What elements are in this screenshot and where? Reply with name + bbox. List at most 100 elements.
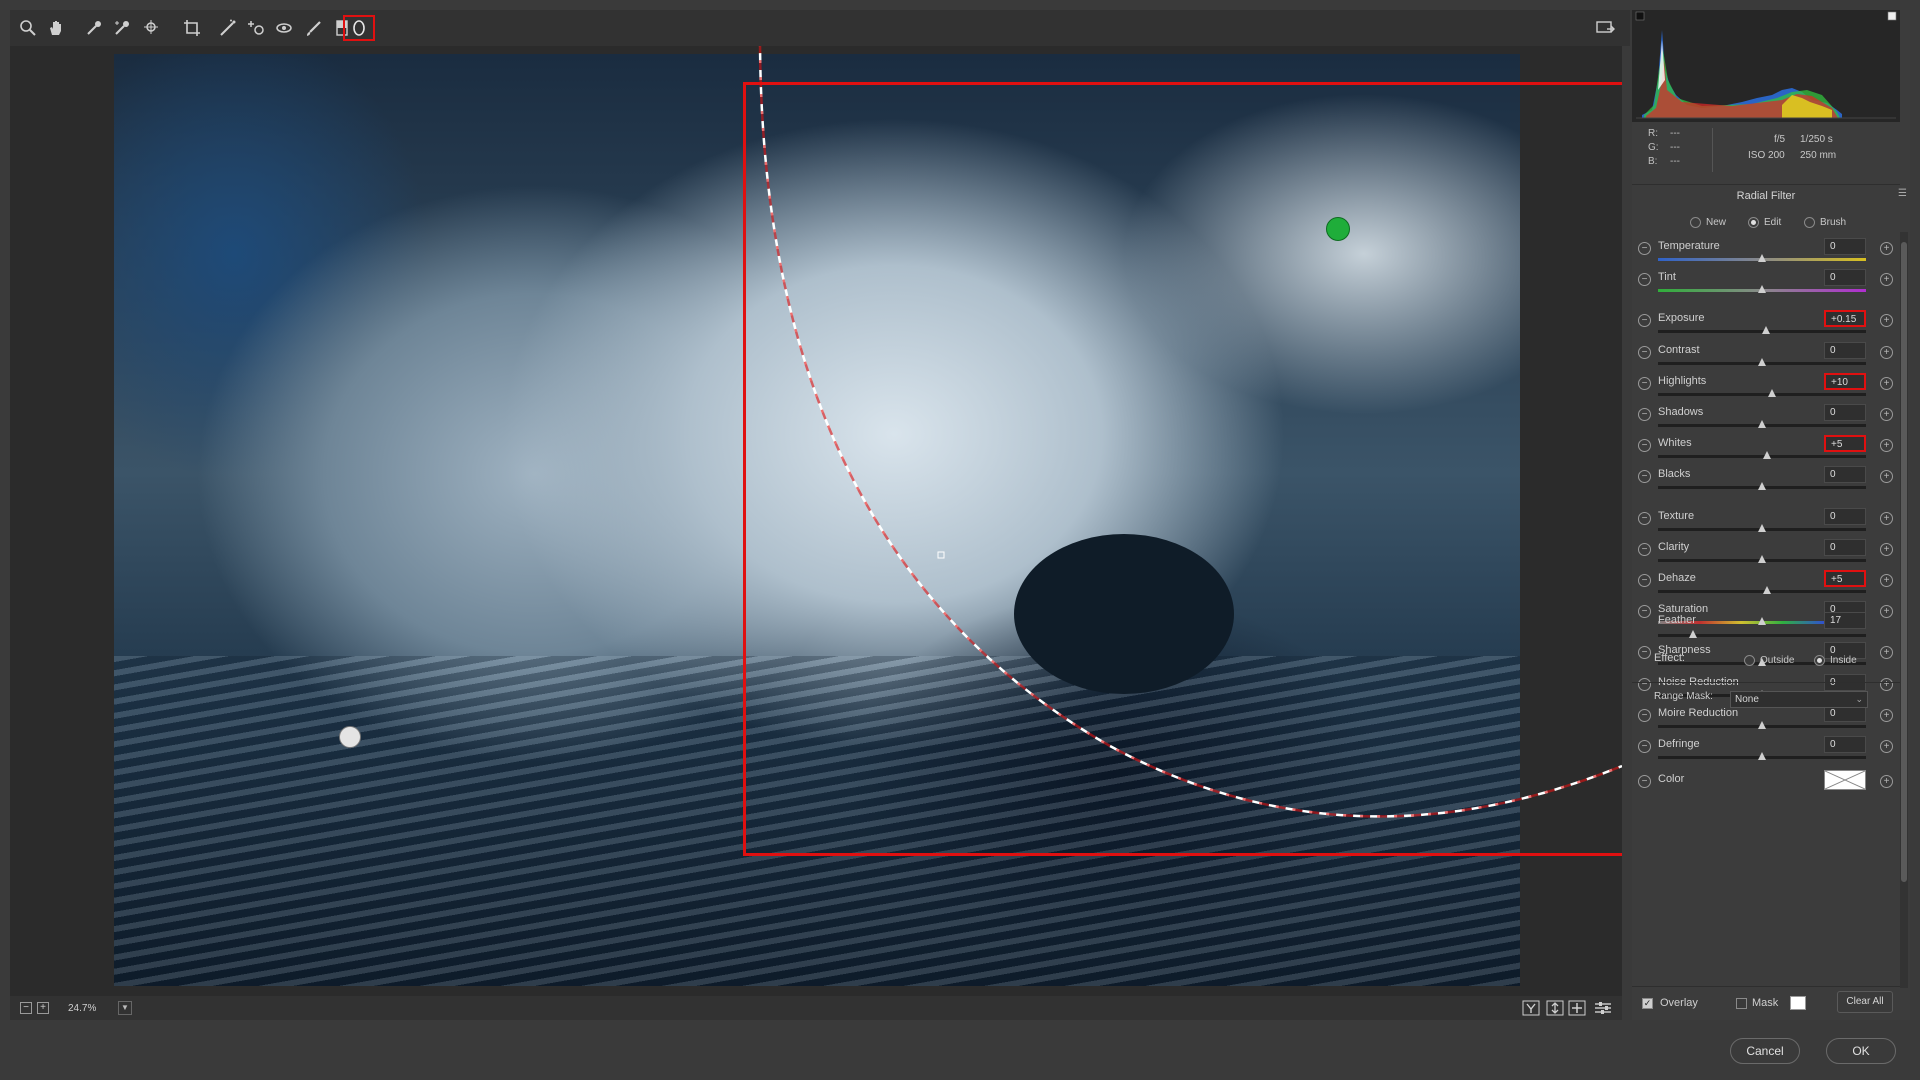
zoom-level[interactable]: 24.7%: [68, 1001, 116, 1016]
increase-moire-reduction-button[interactable]: +: [1880, 708, 1893, 722]
decrease-exposure-button[interactable]: −: [1638, 314, 1651, 328]
highlights-track[interactable]: [1658, 392, 1866, 396]
shadows-value[interactable]: 0: [1824, 404, 1866, 421]
panel-menu-button[interactable]: ☰: [1898, 188, 1910, 200]
texture-thumb[interactable]: [1758, 523, 1766, 532]
temperature-thumb[interactable]: [1758, 254, 1766, 262]
contrast-value[interactable]: 0: [1824, 341, 1866, 359]
clarity-thumb[interactable]: [1758, 554, 1766, 563]
decrease-highlights-button[interactable]: −: [1638, 376, 1651, 390]
decrease-whites-button[interactable]: −: [1638, 439, 1651, 453]
red-eye-tool-button[interactable]: [272, 16, 296, 40]
highlights-thumb[interactable]: [1768, 388, 1777, 397]
increase-defringe-button[interactable]: +: [1880, 740, 1893, 753]
increase-temperature-button[interactable]: +: [1880, 242, 1893, 255]
copy-settings-button[interactable]: [1568, 1000, 1586, 1016]
radio-inside[interactable]: [1814, 654, 1825, 666]
blacks-value[interactable]: 0: [1824, 466, 1866, 484]
decrease-texture-button[interactable]: −: [1638, 511, 1651, 525]
decrease-defringe-button[interactable]: −: [1638, 740, 1651, 753]
targeted-adjustment-tool-button[interactable]: [140, 16, 164, 40]
before-after-button[interactable]: [1522, 1000, 1540, 1016]
shadow-clipping-toggle[interactable]: [1635, 11, 1645, 21]
mode-brush[interactable]: Brush: [1804, 214, 1846, 230]
increase-exposure-button[interactable]: +: [1880, 314, 1893, 328]
zoom-out-button[interactable]: −: [20, 1002, 32, 1014]
image-canvas[interactable]: [10, 46, 1622, 996]
crop-tool-button[interactable]: [180, 16, 204, 40]
radio-new[interactable]: [1690, 216, 1701, 228]
highlight-clipping-toggle[interactable]: [1887, 11, 1897, 21]
increase-highlights-button[interactable]: +: [1880, 376, 1893, 390]
decrease-contrast-button[interactable]: −: [1638, 345, 1651, 359]
decrease-shadows-button[interactable]: −: [1638, 408, 1651, 421]
color-sampler-tool-button[interactable]: [110, 16, 134, 40]
radio-brush[interactable]: [1804, 216, 1815, 228]
radial-filter-pin-active[interactable]: [1326, 217, 1350, 241]
shadows-thumb[interactable]: [1758, 420, 1766, 428]
clarity-value[interactable]: 0: [1824, 538, 1866, 556]
effect-inside[interactable]: Inside: [1814, 652, 1857, 668]
decrease-dehaze-button[interactable]: −: [1638, 574, 1651, 587]
white-balance-tool-button[interactable]: [82, 16, 106, 40]
decrease-color-button[interactable]: −: [1638, 775, 1651, 789]
decrease-tint-button[interactable]: −: [1638, 273, 1651, 287]
highlights-value[interactable]: +10: [1824, 372, 1866, 390]
radial-filter-tool-button[interactable]: [343, 15, 375, 41]
spot-removal-tool-button[interactable]: [244, 16, 268, 40]
increase-shadows-button[interactable]: +: [1880, 408, 1893, 421]
decrease-temperature-button[interactable]: −: [1638, 242, 1651, 255]
blacks-thumb[interactable]: [1758, 482, 1766, 491]
increase-texture-button[interactable]: +: [1880, 511, 1893, 525]
temperature-value[interactable]: 0: [1824, 238, 1866, 255]
preferences-button[interactable]: [1594, 1000, 1612, 1016]
zoom-tool-button[interactable]: [16, 16, 40, 40]
increase-blacks-button[interactable]: +: [1880, 470, 1893, 484]
decrease-clarity-button[interactable]: −: [1638, 542, 1651, 556]
whites-track[interactable]: [1658, 455, 1866, 459]
radio-edit[interactable]: [1748, 216, 1759, 228]
whites-thumb[interactable]: [1763, 451, 1772, 460]
increase-clarity-button[interactable]: +: [1880, 542, 1893, 556]
clear-all-button[interactable]: Clear All: [1837, 991, 1893, 1013]
range-mask-select[interactable]: None ⌄: [1730, 691, 1868, 708]
decrease-moire-reduction-button[interactable]: −: [1638, 708, 1651, 722]
photo-preview[interactable]: [114, 54, 1520, 986]
mode-new[interactable]: New: [1690, 214, 1726, 230]
cancel-button[interactable]: Cancel: [1730, 1038, 1800, 1064]
preview-toggle-button[interactable]: [1594, 18, 1616, 38]
tint-thumb[interactable]: [1758, 285, 1766, 294]
feather-value[interactable]: 17: [1824, 612, 1866, 629]
color-swatch[interactable]: [1824, 770, 1866, 791]
feather-thumb[interactable]: [1689, 630, 1698, 638]
mode-edit[interactable]: Edit: [1748, 214, 1781, 230]
dehaze-value[interactable]: +5: [1824, 570, 1866, 587]
exposure-value[interactable]: +0.15: [1824, 310, 1866, 328]
mask-color-swatch[interactable]: [1790, 996, 1806, 1010]
decrease-blacks-button[interactable]: −: [1638, 470, 1651, 484]
adjustment-brush-tool-button[interactable]: [302, 16, 326, 40]
dehaze-thumb[interactable]: [1763, 586, 1772, 594]
whites-value[interactable]: +5: [1824, 435, 1866, 453]
defringe-value[interactable]: 0: [1824, 736, 1866, 753]
tint-value[interactable]: 0: [1824, 269, 1866, 287]
panel-scrollbar[interactable]: [1900, 232, 1908, 988]
contrast-thumb[interactable]: [1758, 357, 1766, 366]
defringe-thumb[interactable]: [1758, 752, 1766, 760]
radial-filter-pin[interactable]: [339, 726, 361, 748]
increase-contrast-button[interactable]: +: [1880, 345, 1893, 359]
increase-tint-button[interactable]: +: [1880, 273, 1893, 287]
dehaze-track[interactable]: [1658, 590, 1866, 593]
ok-button[interactable]: OK: [1826, 1038, 1896, 1064]
texture-value[interactable]: 0: [1824, 507, 1866, 525]
hand-tool-button[interactable]: [44, 16, 68, 40]
increase-whites-button[interactable]: +: [1880, 439, 1893, 453]
exposure-thumb[interactable]: [1762, 326, 1771, 335]
mask-checkbox[interactable]: [1736, 998, 1747, 1009]
moire-reduction-thumb[interactable]: [1758, 720, 1766, 729]
increase-dehaze-button[interactable]: +: [1880, 574, 1893, 587]
effect-outside[interactable]: Outside: [1744, 652, 1794, 668]
zoom-dropdown[interactable]: ▼: [118, 1001, 132, 1015]
zoom-in-button[interactable]: +: [37, 1002, 49, 1014]
swap-settings-button[interactable]: [1546, 1000, 1564, 1016]
